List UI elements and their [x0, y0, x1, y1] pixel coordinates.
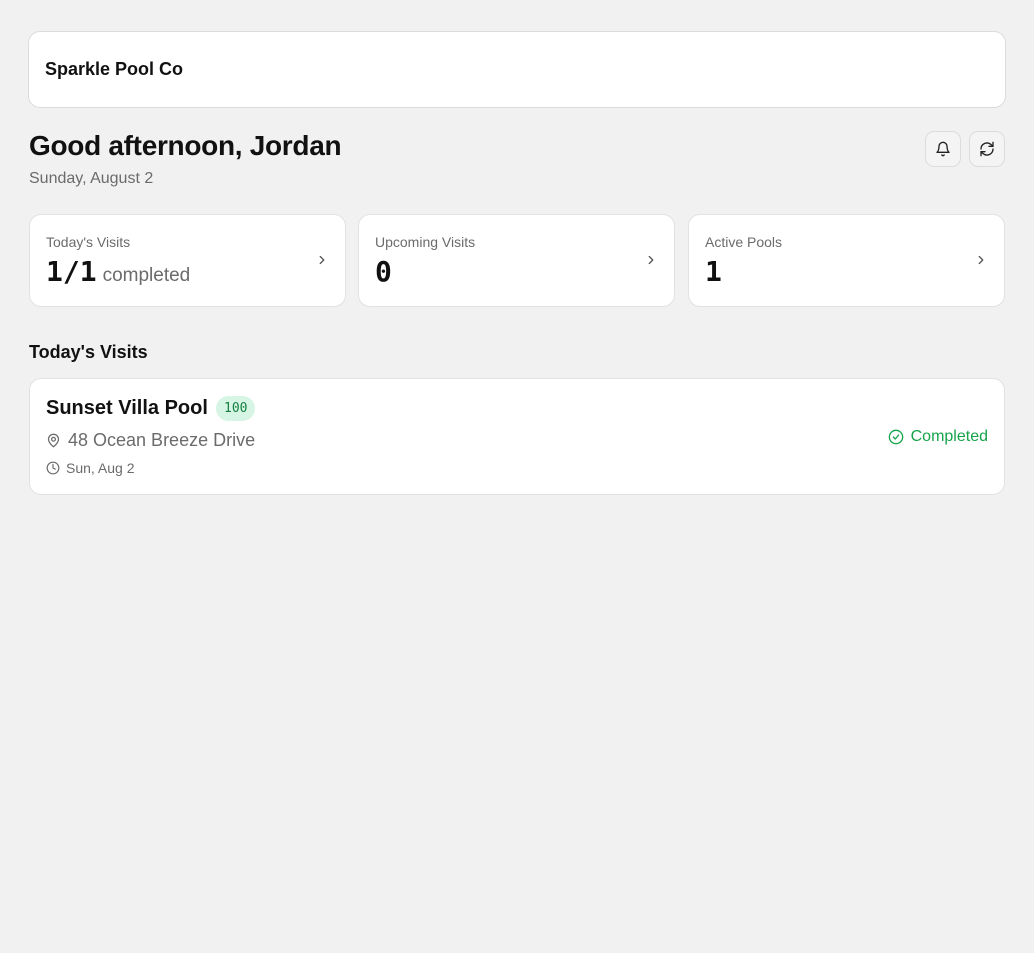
refresh-icon [980, 141, 994, 157]
check-circle-icon [888, 429, 903, 445]
notifications-button[interactable] [925, 131, 961, 167]
section-title-todays-visits: Today's Visits [29, 342, 148, 362]
brand-name: Sparkle Pool Co [45, 59, 184, 79]
chevron-right-icon [319, 255, 325, 265]
pool-score-badge: 100 [216, 396, 256, 421]
visit-date: Sun, Aug 2 [46, 460, 135, 476]
stat-card-active-pools[interactable]: Active Pools 1 [688, 214, 1005, 307]
stat-suffix: completed [102, 265, 191, 286]
stat-label: Upcoming Visits [375, 234, 476, 250]
address-text: 48 Ocean Breeze Drive [68, 430, 256, 450]
pool-name: Sunset Villa Pool [46, 397, 208, 419]
chevron-right-icon [648, 255, 654, 265]
pool-address: 48 Ocean Breeze Drive [46, 430, 255, 451]
stat-value: 1 [705, 255, 722, 288]
status-badge: Completed [888, 428, 988, 446]
stat-label: Active Pools [705, 234, 783, 250]
stat-value: 1/1 [46, 255, 97, 288]
page-title: Good afternoon, Jordan [29, 130, 342, 161]
stat-card-todays-visits[interactable]: Today's Visits 1/1 completed [29, 214, 346, 307]
map-pin-icon [47, 433, 60, 448]
status-text: Completed [910, 428, 988, 445]
chevron-right-icon [978, 255, 984, 265]
stat-label: Today's Visits [46, 234, 131, 250]
stat-card-upcoming-visits[interactable]: Upcoming Visits 0 [358, 214, 675, 307]
refresh-button[interactable] [969, 131, 1005, 167]
visit-card[interactable]: Sunset Villa Pool 100 48 Ocean Breeze Dr… [29, 378, 1005, 495]
stat-value: 0 [375, 255, 392, 288]
clock-icon [46, 461, 60, 475]
current-date: Sunday, August 2 [29, 170, 154, 187]
bell-icon [936, 141, 950, 157]
app-header: Sparkle Pool Co [28, 31, 1006, 108]
date-text: Sun, Aug 2 [66, 460, 135, 476]
